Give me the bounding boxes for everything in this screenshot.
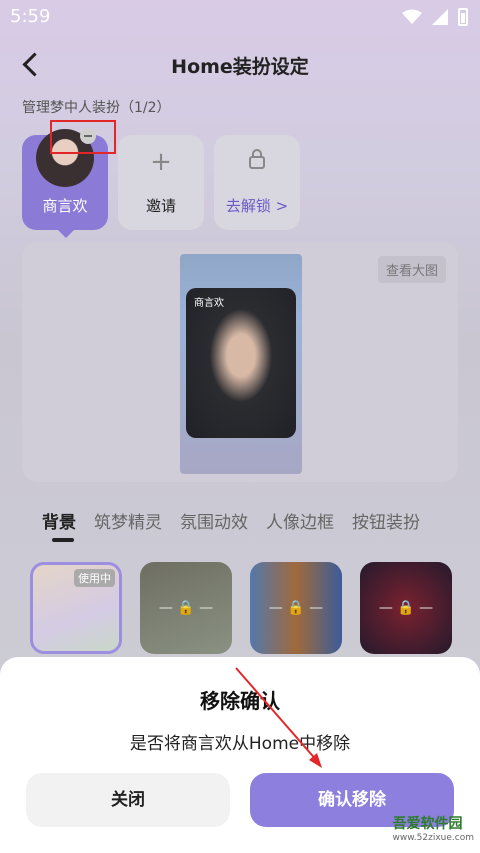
status-bar: 5:59 — [0, 0, 480, 34]
close-button[interactable]: 关闭 — [26, 773, 230, 827]
in-use-badge: 使用中 — [74, 569, 115, 587]
tab-portrait-frame[interactable]: 人像边框 — [266, 508, 334, 533]
watermark: 吾爱软件园 www.52zixue.com — [393, 813, 474, 843]
card-label: 邀请 — [145, 197, 176, 215]
background-thumb[interactable]: — 🔒 — — [360, 562, 452, 654]
dialog-title: 移除确认 — [200, 689, 280, 713]
unlock-card[interactable]: 去解锁 > — [214, 135, 300, 230]
preview-character-name: 商言欢 — [194, 298, 224, 309]
invite-card[interactable]: + 邀请 — [118, 135, 204, 230]
tab-indicator — [52, 538, 74, 542]
header: Home装扮设定 — [0, 40, 480, 90]
card-label: 商言欢 — [42, 197, 88, 215]
category-tabs: 背景 筑梦精灵 氛围动效 人像边框 按钮装扮 — [42, 508, 420, 533]
tab-background[interactable]: 背景 — [42, 508, 76, 533]
lock-icon: — 🔒 — — [378, 600, 434, 616]
status-time: 5:59 — [10, 6, 51, 27]
background-thumb[interactable]: — 🔒 — — [140, 562, 232, 654]
dialog-message: 是否将商言欢从Home中移除 — [129, 734, 351, 754]
phone-preview: 商言欢 — [180, 254, 302, 474]
watermark-name: 吾爱软件园 — [392, 816, 463, 832]
background-thumb[interactable]: — 🔒 — — [250, 562, 342, 654]
lock-icon: — 🔒 — — [158, 600, 214, 616]
signal-icon — [432, 9, 448, 25]
wifi-icon — [402, 9, 422, 24]
tab-atmosphere[interactable]: 氛围动效 — [180, 508, 248, 533]
section-label: 管理梦中人装扮（1/2） — [22, 100, 171, 116]
card-label: 去解锁 > — [225, 197, 289, 215]
background-thumb[interactable]: 使用中 — [30, 562, 122, 654]
tab-sprite[interactable]: 筑梦精灵 — [94, 508, 162, 533]
app-screen: 5:59 Home装扮设定 管理梦中人装扮（1/2） 商言欢 + 邀请 去解锁 … — [0, 0, 480, 853]
page-title: Home装扮设定 — [171, 56, 309, 78]
preview-image — [186, 288, 296, 438]
watermark-url: www.52zixue.com — [392, 833, 474, 843]
tab-button-style[interactable]: 按钮装扮 — [352, 508, 420, 533]
view-large-button[interactable]: 查看大图 — [377, 256, 446, 283]
status-icons — [402, 8, 468, 26]
preview-panel: 查看大图 商言欢 — [22, 242, 458, 482]
battery-icon — [458, 8, 468, 26]
plus-icon: + — [150, 147, 172, 177]
lock-icon — [214, 147, 300, 177]
lock-icon: — 🔒 — — [268, 600, 324, 616]
annotation-box — [50, 120, 116, 154]
